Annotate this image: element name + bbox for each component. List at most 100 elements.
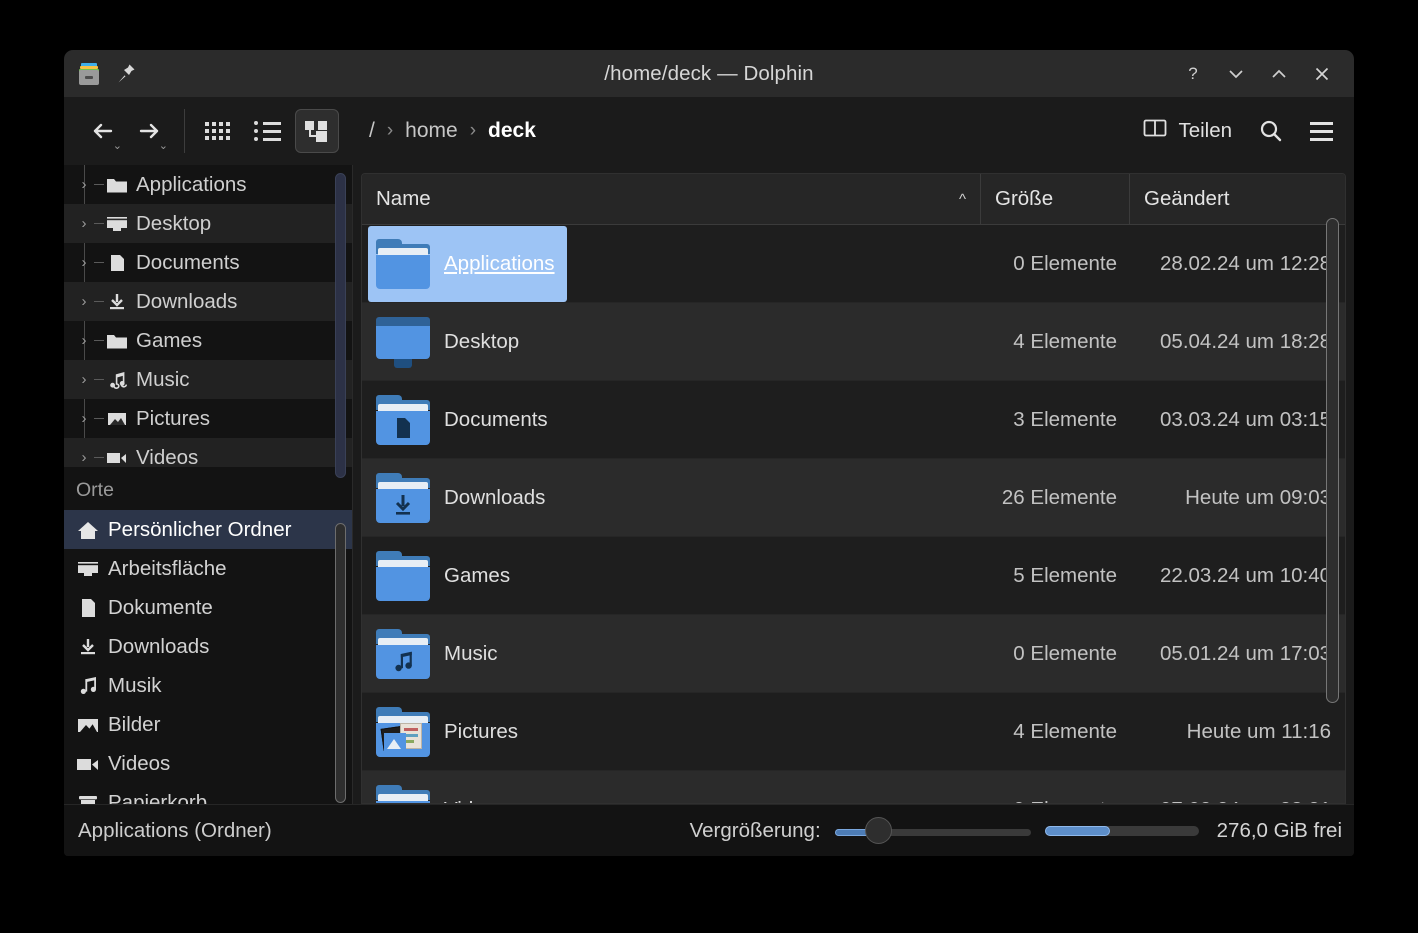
- file-list-frame: Name ^ Größe Geändert Applications 0 Ele…: [361, 173, 1346, 804]
- table-row[interactable]: Downloads 26 Elemente Heute um 09:03: [362, 459, 1345, 537]
- place-item-downloads[interactable]: Downloads: [64, 627, 352, 666]
- forward-button[interactable]: ⌄: [126, 108, 172, 154]
- breadcrumb-separator: ›: [386, 120, 394, 141]
- tree-item-videos[interactable]: › Videos: [64, 438, 352, 468]
- place-item-music[interactable]: Musik: [64, 666, 352, 705]
- chevron-right-icon[interactable]: ›: [74, 176, 94, 193]
- table-row[interactable]: Games 5 Elemente 22.03.24 um 10:40: [362, 537, 1345, 615]
- breadcrumb-separator: ›: [469, 120, 477, 141]
- window-controls: ?: [1175, 57, 1354, 91]
- tree-item-label: Music: [136, 367, 190, 391]
- forward-dropdown-caret[interactable]: ⌄: [159, 141, 168, 152]
- row-size-cell: 3 Elemente: [1013, 407, 1117, 431]
- table-row[interactable]: Pictures 4 Elemente Heute um 11:16: [362, 693, 1345, 771]
- icons-view-icon[interactable]: [195, 109, 239, 153]
- file-name: Music: [444, 641, 498, 665]
- places-scrollbar[interactable]: [335, 523, 346, 803]
- tree-item-documents[interactable]: › Documents: [64, 243, 352, 282]
- image-icon: [104, 410, 130, 428]
- row-name-cell[interactable]: Applications: [362, 225, 980, 302]
- desktop-folder-icon: [374, 315, 432, 369]
- maximize-button[interactable]: [1261, 57, 1297, 91]
- place-item-label: Papierkorb: [108, 790, 208, 804]
- back-dropdown-caret[interactable]: ⌄: [113, 141, 122, 152]
- row-modified-cell: 05.04.24 um 18:28: [1160, 329, 1331, 353]
- file-name: Pictures: [444, 719, 519, 743]
- chevron-right-icon[interactable]: ›: [74, 332, 94, 349]
- compact-view-icon[interactable]: [245, 109, 289, 153]
- chevron-right-icon[interactable]: ›: [74, 449, 94, 466]
- table-row[interactable]: Videos 0 Elemente 07.02.24 um 23:21: [362, 771, 1345, 803]
- folder-icon: [374, 783, 432, 803]
- tree-branch-line: [94, 418, 104, 419]
- places-list: Persönlicher Ordner Arbeitsfläche Dokume…: [64, 510, 352, 804]
- close-button[interactable]: [1304, 57, 1340, 91]
- row-modified-cell: Heute um 09:03: [1185, 485, 1331, 509]
- row-name-cell[interactable]: Downloads: [362, 459, 980, 536]
- file-list-scrollbar[interactable]: [1326, 218, 1339, 703]
- free-space-label: 276,0 GiB frei: [1216, 818, 1342, 842]
- table-row[interactable]: Desktop 4 Elemente 05.04.24 um 18:28: [362, 303, 1345, 381]
- home-icon: [76, 520, 104, 540]
- tree-item-downloads[interactable]: › Downloads: [64, 282, 352, 321]
- row-name-cell[interactable]: Pictures: [362, 693, 980, 770]
- file-list-pane: Name ^ Größe Geändert Applications 0 Ele…: [353, 165, 1354, 804]
- share-button[interactable]: Teilen: [1136, 113, 1238, 149]
- breadcrumb-item-home[interactable]: home: [397, 115, 466, 147]
- back-button[interactable]: ⌄: [80, 108, 126, 154]
- file-name: Desktop: [444, 329, 520, 353]
- row-name-cell[interactable]: Desktop: [362, 303, 980, 380]
- table-row[interactable]: Documents 3 Elemente 03.03.24 um 03:15: [362, 381, 1345, 459]
- place-item-label: Videos: [108, 751, 171, 775]
- column-header-size[interactable]: Größe: [980, 174, 1129, 224]
- place-item-trash[interactable]: Papierkorb: [64, 783, 352, 804]
- status-selection-text: Applications (Ordner): [78, 818, 272, 842]
- folder-icon: [104, 332, 130, 350]
- tree-item-applications[interactable]: › Applications: [64, 165, 352, 204]
- tree-branch-line: [94, 301, 104, 302]
- chevron-right-icon[interactable]: ›: [74, 215, 94, 232]
- place-item-pictures[interactable]: Bilder: [64, 705, 352, 744]
- chevron-right-icon[interactable]: ›: [74, 293, 94, 310]
- minimize-button[interactable]: [1218, 57, 1254, 91]
- chevron-right-icon[interactable]: ›: [74, 254, 94, 271]
- row-name-cell[interactable]: Documents: [362, 381, 980, 458]
- tree-item-label: Documents: [136, 250, 240, 274]
- place-item-videos[interactable]: Videos: [64, 744, 352, 783]
- place-item-desktop[interactable]: Arbeitsfläche: [64, 549, 352, 588]
- chevron-right-icon[interactable]: ›: [74, 371, 94, 388]
- zoom-slider[interactable]: [834, 816, 1031, 844]
- tree-item-pictures[interactable]: › Pictures: [64, 399, 352, 438]
- place-item-label: Persönlicher Ordner: [108, 517, 292, 541]
- column-header-modified-label: Geändert: [1144, 187, 1230, 210]
- place-item-label: Musik: [108, 673, 162, 697]
- zoom-label: Vergrößerung:: [689, 818, 821, 842]
- details-view-icon[interactable]: [295, 109, 339, 153]
- search-icon[interactable]: [1254, 114, 1288, 148]
- folder-tree: › Applications › Desktop › Documents › D…: [64, 165, 352, 468]
- share-panel-icon: [1142, 117, 1168, 145]
- breadcrumb-item-deck[interactable]: deck: [480, 115, 544, 147]
- tree-item-games[interactable]: › Games: [64, 321, 352, 360]
- row-name-cell[interactable]: Games: [362, 537, 980, 614]
- row-name-cell[interactable]: Music: [362, 615, 980, 692]
- tree-item-desktop[interactable]: › Desktop: [64, 204, 352, 243]
- titlebar: /home/deck — Dolphin ?: [64, 50, 1354, 97]
- column-header-modified[interactable]: Geändert: [1129, 174, 1345, 224]
- place-item-home[interactable]: Persönlicher Ordner: [64, 510, 352, 550]
- tree-item-music[interactable]: › Music: [64, 360, 352, 399]
- download-icon: [76, 637, 104, 657]
- breadcrumb-item-root[interactable]: /: [361, 115, 383, 147]
- pin-icon[interactable]: [116, 63, 136, 85]
- table-row[interactable]: Music 0 Elemente 05.01.24 um 17:03: [362, 615, 1345, 693]
- menu-icon[interactable]: [1304, 114, 1338, 148]
- table-row[interactable]: Applications 0 Elemente 28.02.24 um 12:2…: [362, 225, 1345, 303]
- chevron-right-icon[interactable]: ›: [74, 410, 94, 427]
- column-header-name[interactable]: Name ^: [362, 174, 980, 224]
- help-button[interactable]: ?: [1175, 57, 1211, 91]
- place-item-documents[interactable]: Dokumente: [64, 588, 352, 627]
- tree-item-label: Desktop: [136, 211, 212, 235]
- row-name-cell[interactable]: Videos: [362, 771, 980, 803]
- tree-item-label: Videos: [136, 445, 199, 468]
- tree-scrollbar[interactable]: [335, 173, 346, 478]
